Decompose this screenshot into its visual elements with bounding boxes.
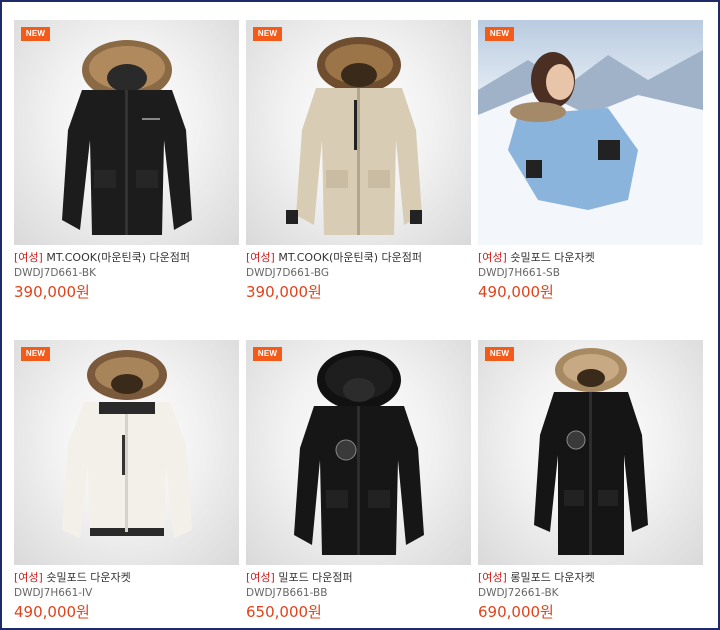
product-title[interactable]: [여성] 밀포드 다운점퍼 xyxy=(246,571,471,585)
product-image[interactable]: NEW xyxy=(246,20,471,245)
product-image[interactable]: NEW xyxy=(14,20,239,245)
product-name: MT.COOK(마운틴쿡) 다운점퍼 xyxy=(278,251,422,264)
jacket-image xyxy=(286,37,422,235)
product-price: 390,000원 xyxy=(14,283,90,301)
product-image[interactable]: NEW xyxy=(478,340,703,565)
product-code: DWDJ7H661-SB xyxy=(478,267,560,279)
product-image[interactable]: NEW xyxy=(478,20,703,245)
product-tag: [여성] xyxy=(14,571,43,584)
product-code: DWDJ7H661-IV xyxy=(14,587,93,599)
product-card[interactable]: NEW [여성] MT.COOK(마운틴쿡) 다운점퍼 DWDJ7D661-BG… xyxy=(246,20,471,302)
model-photo xyxy=(478,50,703,245)
product-code: DWDJ7D661-BK xyxy=(14,267,96,279)
product-card[interactable]: NEW [여성] 롱밀포드 다운자켓 DWDJ72661-BK 690,000원 xyxy=(478,340,703,622)
product-tag: [여성] xyxy=(478,571,507,584)
product-price: 690,000원 xyxy=(478,603,554,621)
product-title[interactable]: [여성] MT.COOK(마운틴쿡) 다운점퍼 xyxy=(246,251,471,265)
product-tag: [여성] xyxy=(246,571,275,584)
new-badge: NEW xyxy=(253,27,282,41)
new-badge: NEW xyxy=(485,347,514,361)
product-title[interactable]: [여성] 롱밀포드 다운자켓 xyxy=(478,571,703,585)
product-title[interactable]: [여성] MT.COOK(마운틴쿡) 다운점퍼 xyxy=(14,251,239,265)
product-name: 숏밀포드 다운자켓 xyxy=(510,251,595,264)
jacket-image xyxy=(294,350,424,555)
product-price: 490,000원 xyxy=(14,603,90,621)
product-code: DWDJ7B661-BB xyxy=(246,587,328,599)
product-price: 390,000원 xyxy=(246,283,322,301)
product-card[interactable]: NEW [여성] 숏밀포드 다운자켓 DWDJ7H661-IV 490,000원 xyxy=(14,340,239,622)
product-price: 490,000원 xyxy=(478,283,554,301)
product-tag: [여성] xyxy=(14,251,43,264)
new-badge: NEW xyxy=(21,27,50,41)
jacket-image xyxy=(534,348,648,555)
product-tag: [여성] xyxy=(478,251,507,264)
product-name: 롱밀포드 다운자켓 xyxy=(510,571,595,584)
product-card[interactable]: NEW [여성] 밀포드 다운점퍼 DWDJ7B661-BB 650,000원 xyxy=(246,340,471,622)
product-name: 밀포드 다운점퍼 xyxy=(278,571,353,584)
new-badge: NEW xyxy=(21,347,50,361)
product-title[interactable]: [여성] 숏밀포드 다운자켓 xyxy=(478,251,703,265)
new-badge: NEW xyxy=(485,27,514,41)
product-image[interactable]: NEW xyxy=(14,340,239,565)
jacket-image xyxy=(62,40,192,235)
product-code: DWDJ7D661-BG xyxy=(246,267,330,279)
product-card[interactable]: NEW [여성] MT.COOK(마운틴쿡) 다운점퍼 DWDJ7D661-BK… xyxy=(14,20,239,302)
product-name: MT.COOK(마운틴쿡) 다운점퍼 xyxy=(46,251,190,264)
product-name: 숏밀포드 다운자켓 xyxy=(46,571,131,584)
product-title[interactable]: [여성] 숏밀포드 다운자켓 xyxy=(14,571,239,585)
product-card[interactable]: NEW [여성] 숏밀포드 다운자켓 DWDJ7H661-SB 490,000원 xyxy=(478,20,703,302)
product-price: 650,000원 xyxy=(246,603,322,621)
product-grid: NEW [여성] MT.COOK(마운틴쿡) 다운점퍼 DWDJ7D661-BK… xyxy=(0,0,720,630)
product-tag: [여성] xyxy=(246,251,275,264)
product-code: DWDJ72661-BK xyxy=(478,587,559,599)
jacket-image xyxy=(62,350,192,538)
new-badge: NEW xyxy=(253,347,282,361)
product-image[interactable]: NEW xyxy=(246,340,471,565)
